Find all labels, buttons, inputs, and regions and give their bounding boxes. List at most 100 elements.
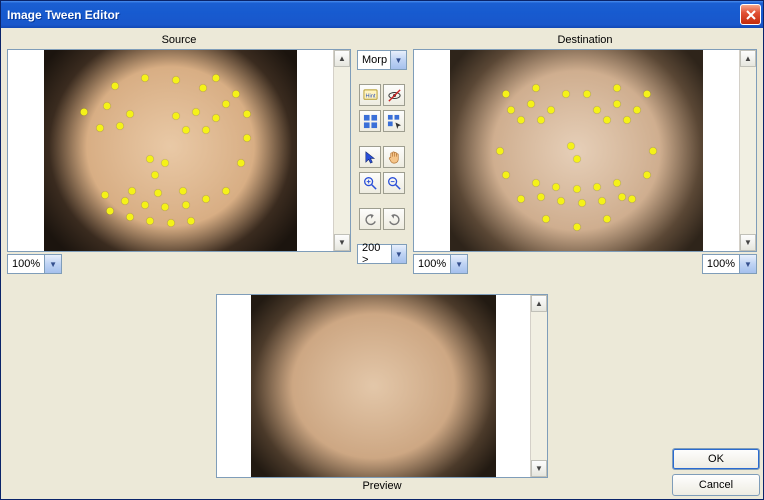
preview-vscroll[interactable]: ▲ ▼ (530, 295, 547, 477)
landmark-dot[interactable] (154, 189, 161, 196)
landmark-dot[interactable] (182, 201, 189, 208)
landmark-dot[interactable] (603, 215, 610, 222)
landmark-dot[interactable] (126, 213, 133, 220)
source-vscroll[interactable]: ▲ ▼ (333, 50, 350, 251)
landmark-dot[interactable] (167, 219, 174, 226)
scroll-down-icon[interactable]: ▼ (334, 234, 350, 251)
landmark-dot[interactable] (649, 147, 656, 154)
landmark-dot[interactable] (548, 107, 555, 114)
landmark-dot[interactable] (182, 127, 189, 134)
scroll-track[interactable] (334, 67, 350, 234)
chevron-down-icon[interactable]: ▼ (390, 51, 406, 69)
hand-tool-button[interactable] (383, 146, 405, 168)
landmark-dot[interactable] (213, 75, 220, 82)
landmark-dot[interactable] (532, 85, 539, 92)
landmark-dot[interactable] (142, 75, 149, 82)
cancel-button[interactable]: Cancel (672, 474, 760, 496)
landmark-dot[interactable] (573, 185, 580, 192)
landmark-dot[interactable] (116, 123, 123, 130)
landmark-dot[interactable] (243, 111, 250, 118)
scroll-up-icon[interactable]: ▲ (740, 50, 756, 67)
source-image[interactable] (8, 50, 333, 251)
chevron-down-icon[interactable]: ▼ (739, 255, 756, 273)
destination-zoom-right-combo[interactable]: 100% ▼ (702, 254, 757, 274)
landmark-dot[interactable] (619, 193, 626, 200)
landmark-dot[interactable] (111, 83, 118, 90)
scroll-down-icon[interactable]: ▼ (740, 234, 756, 251)
scroll-up-icon[interactable]: ▲ (531, 295, 547, 312)
landmark-dot[interactable] (104, 103, 111, 110)
landmark-dot[interactable] (172, 113, 179, 120)
landmark-dot[interactable] (126, 111, 133, 118)
destination-image[interactable] (414, 50, 739, 251)
landmark-dot[interactable] (538, 193, 545, 200)
landmark-dot[interactable] (200, 85, 207, 92)
toggle-visibility-button[interactable] (383, 84, 405, 106)
chevron-down-icon[interactable]: ▼ (450, 255, 467, 273)
landmark-dot[interactable] (96, 125, 103, 132)
landmark-dot[interactable] (634, 107, 641, 114)
landmark-dot[interactable] (507, 107, 514, 114)
destination-vscroll[interactable]: ▲ ▼ (739, 50, 756, 251)
landmark-dot[interactable] (497, 147, 504, 154)
destination-zoom-left-combo[interactable]: 100% ▼ (413, 254, 468, 274)
landmark-dot[interactable] (502, 171, 509, 178)
grid-picker-button[interactable] (383, 110, 405, 132)
landmark-dot[interactable] (223, 101, 230, 108)
landmark-dot[interactable] (527, 101, 534, 108)
zoom-out-button[interactable] (383, 172, 405, 194)
landmark-dot[interactable] (553, 183, 560, 190)
ok-button[interactable]: OK (672, 448, 760, 470)
landmark-dot[interactable] (238, 159, 245, 166)
landmark-dot[interactable] (614, 179, 621, 186)
pointer-tool-button[interactable] (359, 146, 381, 168)
hint-button[interactable]: Hint (359, 84, 381, 106)
mode-combo[interactable]: Morp ▼ (357, 50, 407, 70)
landmark-dot[interactable] (517, 117, 524, 124)
landmark-dot[interactable] (573, 155, 580, 162)
landmark-dot[interactable] (187, 217, 194, 224)
landmark-dot[interactable] (172, 77, 179, 84)
landmark-dot[interactable] (142, 201, 149, 208)
chevron-down-icon[interactable]: ▼ (391, 245, 406, 263)
landmark-dot[interactable] (147, 155, 154, 162)
landmark-dot[interactable] (192, 109, 199, 116)
landmark-dot[interactable] (614, 85, 621, 92)
size-combo[interactable]: 200 > ▼ (357, 244, 407, 264)
chevron-down-icon[interactable]: ▼ (44, 255, 61, 273)
scroll-up-icon[interactable]: ▲ (334, 50, 350, 67)
landmark-dot[interactable] (573, 223, 580, 230)
zoom-in-button[interactable] (359, 172, 381, 194)
landmark-dot[interactable] (162, 203, 169, 210)
landmark-dot[interactable] (101, 191, 108, 198)
landmark-dot[interactable] (152, 171, 159, 178)
landmark-dot[interactable] (202, 195, 209, 202)
landmark-dot[interactable] (644, 91, 651, 98)
landmark-dot[interactable] (532, 179, 539, 186)
landmark-dot[interactable] (243, 135, 250, 142)
scroll-track[interactable] (531, 312, 547, 460)
source-zoom-combo[interactable]: 100% ▼ (7, 254, 62, 274)
landmark-dot[interactable] (233, 91, 240, 98)
landmark-dot[interactable] (629, 195, 636, 202)
landmark-dot[interactable] (578, 199, 585, 206)
landmark-dot[interactable] (583, 91, 590, 98)
scroll-track[interactable] (740, 67, 756, 234)
landmark-dot[interactable] (558, 197, 565, 204)
landmark-dot[interactable] (202, 127, 209, 134)
landmark-dot[interactable] (563, 91, 570, 98)
landmark-dot[interactable] (593, 183, 600, 190)
landmark-dot[interactable] (644, 171, 651, 178)
landmark-dot[interactable] (147, 217, 154, 224)
landmark-dot[interactable] (81, 109, 88, 116)
scroll-down-icon[interactable]: ▼ (531, 460, 547, 477)
undo-button[interactable] (359, 208, 381, 230)
grid-button[interactable] (359, 110, 381, 132)
landmark-dot[interactable] (106, 207, 113, 214)
landmark-dot[interactable] (180, 187, 187, 194)
landmark-dot[interactable] (593, 107, 600, 114)
landmark-dot[interactable] (121, 197, 128, 204)
landmark-dot[interactable] (517, 195, 524, 202)
landmark-dot[interactable] (223, 187, 230, 194)
landmark-dot[interactable] (213, 115, 220, 122)
